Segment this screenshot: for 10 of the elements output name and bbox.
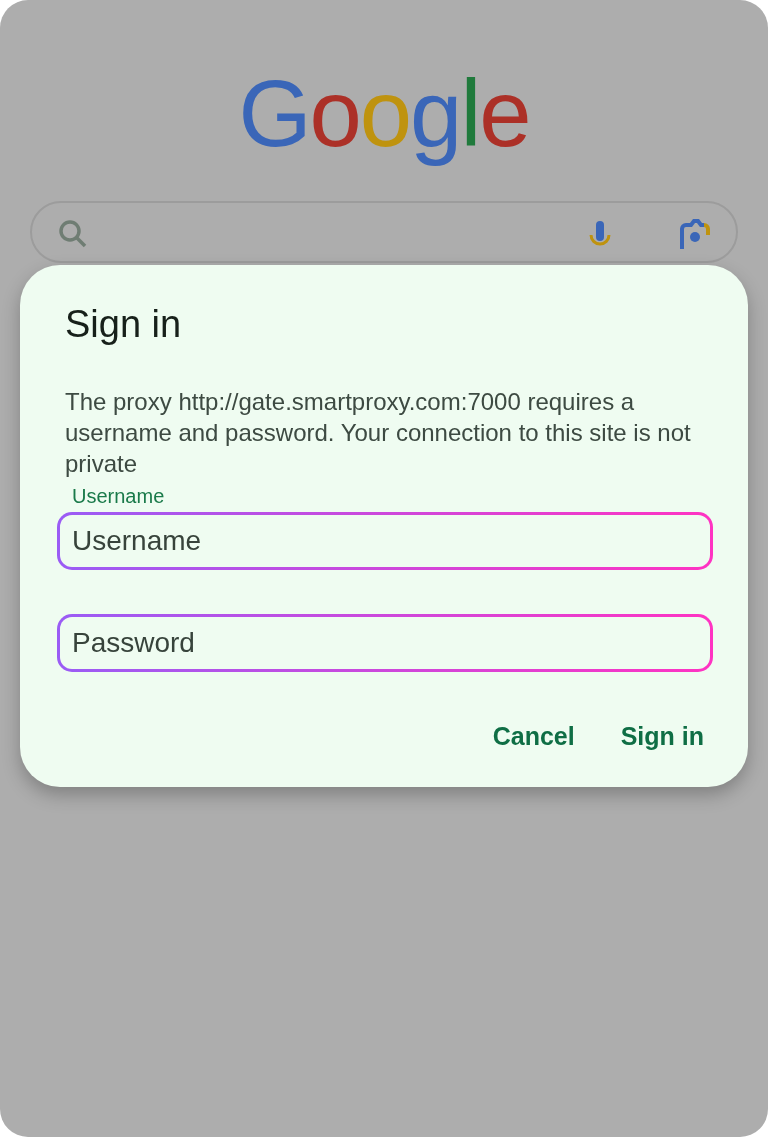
dialog-title: Sign in — [65, 303, 183, 346]
field-label: Username — [72, 485, 165, 508]
password-field[interactable]: Password — [57, 614, 713, 672]
username-field[interactable]: Username — [57, 512, 713, 570]
sign-in-button[interactable]: Sign in — [612, 712, 712, 761]
dialog-message: The proxy http://gate.smartproxy.com:7000 requires a username and password. Your connection to this site is not private — [65, 387, 692, 479]
search-icon[interactable] — [58, 219, 88, 250]
cancel-button[interactable]: Cancel — [484, 712, 583, 761]
logo: Google — [238, 62, 530, 166]
search-bar[interactable] — [30, 201, 738, 264]
